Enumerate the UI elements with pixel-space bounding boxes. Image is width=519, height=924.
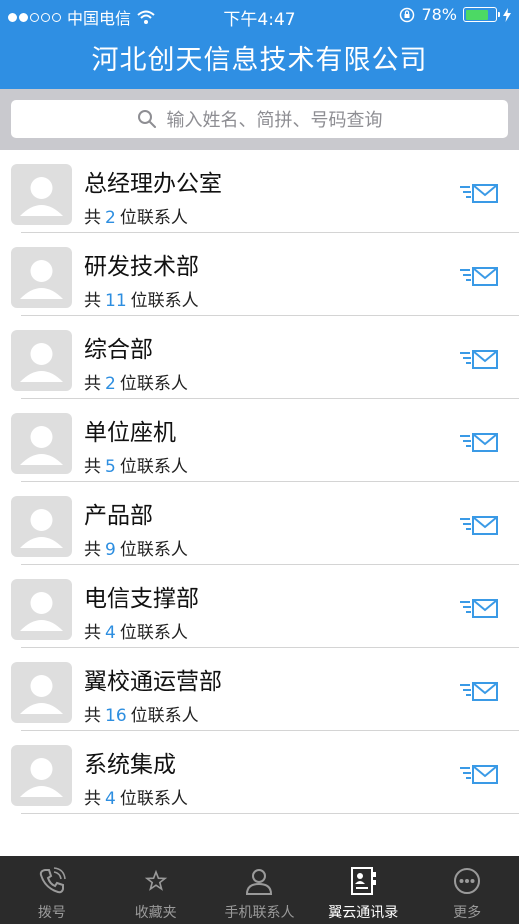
search-input[interactable]: 输入姓名、简拼、号码查询: [11, 100, 508, 138]
count-prefix: 共: [84, 291, 101, 311]
avatar: [11, 413, 72, 474]
tab-label: 手机联系人: [224, 905, 295, 921]
count-suffix: 位联系人: [130, 291, 199, 311]
department-name: 翼校通运营部: [84, 669, 222, 695]
count-number: 16: [105, 706, 127, 726]
avatar: [11, 247, 72, 308]
contacts-book-icon: [351, 867, 377, 895]
contact-count: 共 2 位联系人: [84, 369, 188, 394]
search-placeholder: 输入姓名、简拼、号码查询: [166, 110, 383, 131]
department-name: 电信支撑部: [84, 586, 199, 612]
charging-bolt-icon: [503, 7, 511, 22]
tab-label: 收藏夹: [134, 905, 177, 921]
tab-label: 拨号: [37, 905, 66, 921]
department-name: 总经理办公室: [84, 171, 222, 197]
count-prefix: 共: [84, 623, 101, 643]
star-icon: [144, 869, 167, 891]
count-prefix: 共: [84, 706, 101, 726]
tab-label: 更多: [453, 905, 482, 921]
count-number: 2: [105, 374, 116, 394]
department-name: 单位座机: [84, 420, 176, 446]
department-name: 综合部: [84, 337, 153, 363]
tab-label: 翼云通讯录: [328, 905, 399, 921]
list-item[interactable]: 电信支撑部 共 4 位联系人: [0, 565, 519, 648]
group-message-icon[interactable]: [460, 266, 498, 288]
battery-icon: [463, 7, 500, 22]
person-icon: [246, 869, 273, 895]
count-suffix: 位联系人: [119, 789, 188, 809]
count-prefix: 共: [84, 789, 101, 809]
group-message-icon[interactable]: [460, 515, 498, 537]
count-prefix: 共: [84, 374, 101, 394]
list-item[interactable]: 综合部 共 2 位联系人: [0, 316, 519, 399]
avatar: [11, 662, 72, 723]
tab-3[interactable]: 手机联系人: [208, 856, 312, 924]
list-item[interactable]: 产品部 共 9 位联系人: [0, 482, 519, 565]
count-suffix: 位联系人: [119, 457, 188, 477]
avatar: [11, 330, 72, 391]
count-suffix: 位联系人: [119, 374, 188, 394]
count-number: 5: [105, 457, 116, 477]
count-suffix: 位联系人: [130, 706, 199, 726]
count-prefix: 共: [84, 457, 101, 477]
count-number: 11: [105, 291, 127, 311]
department-list: 总经理办公室 共 2 位联系人 研发技术部 共 11 位联系人 综合部 共 2 …: [0, 150, 519, 814]
search-icon: [137, 110, 156, 128]
tab-1[interactable]: 拨号: [0, 856, 104, 924]
department-name: 系统集成: [84, 752, 176, 778]
contact-count: 共 9 位联系人: [84, 535, 188, 560]
count-prefix: 共: [84, 540, 101, 560]
list-item[interactable]: 翼校通运营部 共 16 位联系人: [0, 648, 519, 731]
count-suffix: 位联系人: [119, 540, 188, 560]
list-item[interactable]: 系统集成 共 4 位联系人: [0, 731, 519, 814]
contact-count: 共 11 位联系人: [84, 286, 199, 311]
header: 中国电信 下午4:47 78% 河北创天信息技术有限公司: [0, 0, 519, 89]
group-message-icon[interactable]: [460, 764, 498, 786]
rotation-lock-icon: [400, 7, 415, 22]
count-number: 4: [105, 789, 116, 809]
list-item[interactable]: 总经理办公室 共 2 位联系人: [0, 150, 519, 233]
department-name: 产品部: [84, 503, 153, 529]
list-item[interactable]: 研发技术部 共 11 位联系人: [0, 233, 519, 316]
list-item[interactable]: 单位座机 共 5 位联系人: [0, 399, 519, 482]
more-icon: [454, 868, 481, 894]
count-number: 9: [105, 540, 116, 560]
group-message-icon[interactable]: [460, 183, 498, 205]
group-message-icon[interactable]: [460, 432, 498, 454]
group-message-icon[interactable]: [460, 681, 498, 703]
contact-count: 共 16 位联系人: [84, 701, 199, 726]
avatar: [11, 164, 72, 225]
department-name: 研发技术部: [84, 254, 199, 280]
status-bar: 中国电信 下午4:47 78%: [0, 0, 519, 30]
battery-percent: 78%: [421, 5, 457, 24]
search-bar: 输入姓名、简拼、号码查询: [0, 89, 519, 150]
count-prefix: 共: [84, 208, 101, 228]
contact-count: 共 2 位联系人: [84, 203, 188, 228]
tab-2[interactable]: 收藏夹: [104, 856, 208, 924]
tab-bar: 拨号 收藏夹 手机联系人 翼云通讯录 更多: [0, 856, 519, 924]
avatar: [11, 745, 72, 806]
contact-count: 共 5 位联系人: [84, 452, 188, 477]
tab-5[interactable]: 更多: [415, 856, 519, 924]
avatar: [11, 496, 72, 557]
phone-icon: [39, 867, 66, 894]
group-message-icon[interactable]: [460, 349, 498, 371]
group-message-icon[interactable]: [460, 598, 498, 620]
count-number: 2: [105, 208, 116, 228]
avatar: [11, 579, 72, 640]
count-suffix: 位联系人: [119, 208, 188, 228]
contact-count: 共 4 位联系人: [84, 618, 188, 643]
tab-4[interactable]: 翼云通讯录: [311, 856, 415, 924]
count-suffix: 位联系人: [119, 623, 188, 643]
count-number: 4: [105, 623, 116, 643]
page-title: 河北创天信息技术有限公司: [91, 45, 428, 76]
contact-count: 共 4 位联系人: [84, 784, 188, 809]
